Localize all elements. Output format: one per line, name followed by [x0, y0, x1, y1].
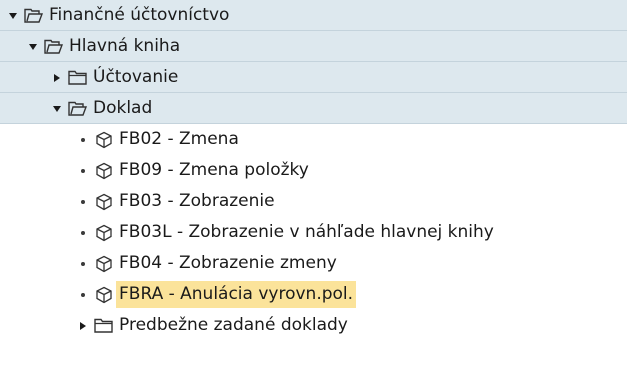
collapse-arrow-icon[interactable] — [78, 321, 88, 331]
tree-node-doklad[interactable]: Doklad — [0, 93, 627, 124]
bullet-icon — [78, 259, 88, 269]
transaction-cube-icon — [94, 193, 114, 211]
tree-node-label: FB09 - Zmena položky — [119, 160, 309, 180]
tree-node-label: Predbežne zadané doklady — [119, 315, 348, 335]
folder-open-icon — [24, 7, 44, 25]
tree-node-fb03l[interactable]: FB03L - Zobrazenie v náhľade hlavnej kni… — [0, 217, 627, 248]
collapse-arrow-icon[interactable] — [52, 73, 62, 83]
transaction-cube-icon — [94, 255, 114, 273]
tree-node-hlavna-kniha[interactable]: Hlavná kniha — [0, 31, 627, 62]
tree-node-financne-uctovnictvo[interactable]: Finančné účtovníctvo — [0, 0, 627, 31]
bullet-icon — [78, 228, 88, 238]
transaction-cube-icon — [94, 224, 114, 242]
bullet-icon — [78, 197, 88, 207]
tree-node-fb03[interactable]: FB03 - Zobrazenie — [0, 186, 627, 217]
tree-node-fb09[interactable]: FB09 - Zmena položky — [0, 155, 627, 186]
tree-node-fbra-selected[interactable]: FBRA - Anulácia vyrovn.pol. — [0, 279, 627, 310]
tree-node-uctovanie[interactable]: Účtovanie — [0, 62, 627, 93]
bullet-icon — [78, 135, 88, 145]
menu-tree: Finančné účtovníctvo Hlavná kniha Účtova… — [0, 0, 627, 381]
tree-node-label: Účtovanie — [93, 67, 179, 87]
folder-closed-icon — [94, 317, 114, 335]
folder-open-icon — [68, 100, 88, 118]
tree-node-label: FBRA - Anulácia vyrovn.pol. — [116, 281, 357, 308]
transaction-cube-icon — [94, 131, 114, 149]
tree-node-label: Doklad — [93, 98, 153, 118]
tree-node-label: FB02 - Zmena — [119, 129, 239, 149]
tree-node-fb02[interactable]: FB02 - Zmena — [0, 124, 627, 155]
expand-arrow-icon[interactable] — [28, 42, 38, 52]
tree-node-label: Finančné účtovníctvo — [49, 5, 230, 25]
tree-node-label: FB03 - Zobrazenie — [119, 191, 275, 211]
bullet-icon — [78, 166, 88, 176]
tree-node-label: Hlavná kniha — [69, 36, 181, 56]
folder-open-icon — [44, 38, 64, 56]
expand-arrow-icon[interactable] — [8, 11, 18, 21]
expand-arrow-icon[interactable] — [52, 104, 62, 114]
tree-node-label: FB03L - Zobrazenie v náhľade hlavnej kni… — [119, 222, 494, 242]
tree-node-fb04[interactable]: FB04 - Zobrazenie zmeny — [0, 248, 627, 279]
tree-node-predbezne-zadane-doklady[interactable]: Predbežne zadané doklady — [0, 310, 627, 341]
transaction-cube-icon — [94, 286, 114, 304]
transaction-cube-icon — [94, 162, 114, 180]
bullet-icon — [78, 290, 88, 300]
tree-node-label: FB04 - Zobrazenie zmeny — [119, 253, 337, 273]
folder-closed-icon — [68, 69, 88, 87]
